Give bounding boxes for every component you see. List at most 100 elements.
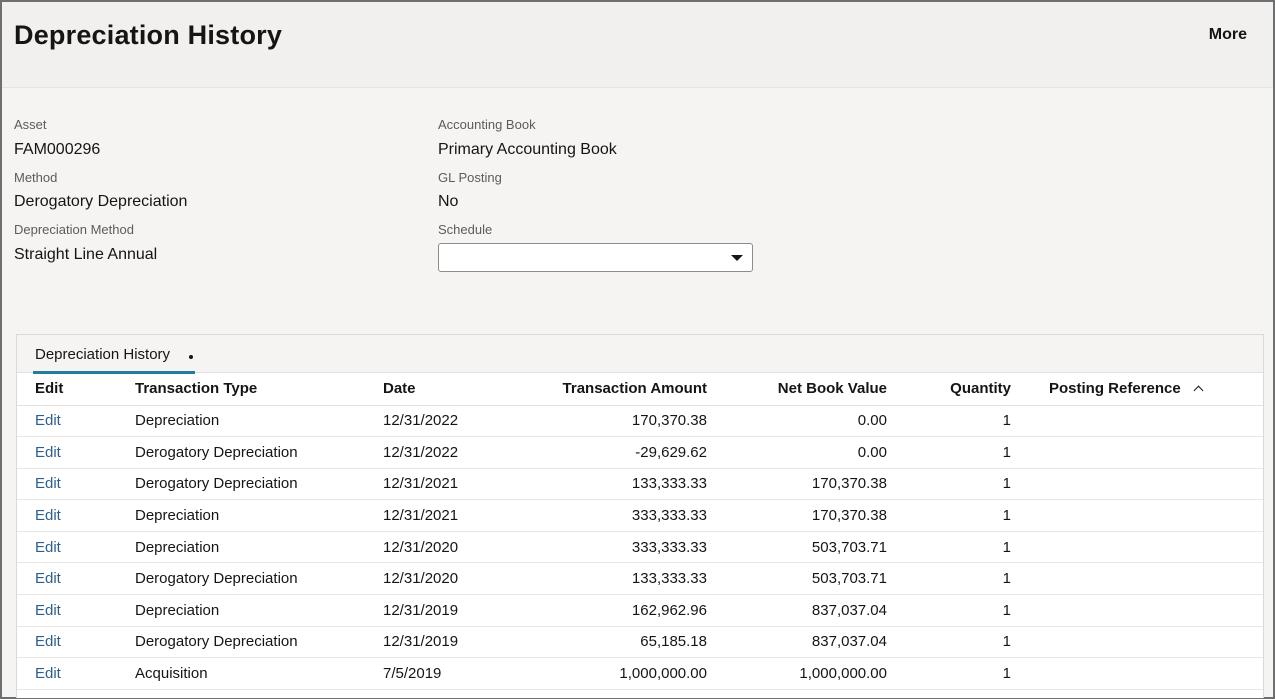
transaction-amount-cell: 333,333.33 (475, 531, 709, 564)
quantity-cell: 1 (889, 626, 1013, 659)
column-header-net-book-value[interactable]: Net Book Value (709, 373, 889, 406)
page-header: Depreciation History More (2, 2, 1273, 88)
edit-link[interactable]: Edit (35, 412, 61, 429)
quantity-cell: 1 (889, 468, 1013, 501)
date-cell: 7/5/2019 (365, 657, 475, 690)
posting-reference-cell (1013, 626, 1263, 659)
transaction-type-cell: Depreciation (117, 405, 365, 438)
transaction-type-cell: Depreciation (117, 531, 365, 564)
table-row[interactable]: Edit Depreciation 12/31/2019 162,962.96 837,… (17, 594, 1263, 627)
posting-reference-cell (1013, 468, 1263, 501)
edit-link[interactable]: Edit (35, 475, 61, 492)
depreciation-method-value: Straight Line Annual (14, 246, 158, 263)
date-cell: 12/31/2020 (365, 562, 475, 596)
edit-link[interactable]: Edit (35, 602, 61, 619)
edit-link[interactable]: Edit (35, 633, 61, 650)
table-row[interactable]: Edit Depreciation 12/31/2022 170,370.38 0.00… (17, 405, 1263, 438)
net-book-value-cell: 837,037.04 (709, 594, 889, 627)
edit-link[interactable]: Edit (35, 665, 61, 682)
date-cell: 12/31/2019 (365, 626, 475, 659)
quantity-cell: 1 (889, 499, 1013, 532)
posting-reference-cell (1013, 531, 1263, 564)
net-book-value-cell: 837,037.04 (709, 626, 889, 659)
edit-cell: Edit (17, 594, 117, 627)
transaction-type-cell: Derogatory Depreciation (117, 468, 365, 501)
table-row[interactable]: Edit Depreciation 12/31/2020 333,333.33 503,… (17, 531, 1263, 564)
tab-modified-dot-icon (189, 355, 193, 359)
transaction-amount-cell: 65,185.18 (475, 626, 709, 659)
depreciation-method-label: Depreciation Method (14, 222, 134, 237)
transaction-type-cell: Derogatory Depreciation (117, 436, 365, 469)
column-header-transaction-amount[interactable]: Transaction Amount (475, 373, 709, 406)
date-cell: 12/31/2019 (365, 594, 475, 627)
table-row[interactable]: Edit Derogatory Depreciation 12/31/2019 65,… (17, 626, 1263, 659)
tab-depreciation-history[interactable]: Depreciation History (33, 335, 195, 374)
dropdown-caret-icon[interactable] (731, 255, 743, 261)
net-book-value-cell: 1,000,000.00 (709, 657, 889, 690)
edit-cell: Edit (17, 657, 117, 690)
transaction-type-cell: Depreciation (117, 594, 365, 627)
asset-label: Asset (14, 117, 47, 132)
quantity-cell: 1 (889, 405, 1013, 438)
tab-bar: Depreciation History (17, 335, 1263, 374)
transaction-type-cell: Derogatory Depreciation (117, 562, 365, 596)
quantity-cell: 1 (889, 594, 1013, 627)
date-cell: 12/31/2020 (365, 531, 475, 564)
table-header-row: Edit Transaction Type Date Transaction A… (17, 373, 1263, 406)
gl-posting-label: GL Posting (438, 170, 502, 185)
table-body: Edit Depreciation 12/31/2022 170,370.38 0.00… (17, 405, 1263, 690)
table-row[interactable]: Edit Derogatory Depreciation 12/31/2020 133… (17, 562, 1263, 596)
net-book-value-cell: 503,703.71 (709, 531, 889, 564)
schedule-select[interactable] (438, 243, 753, 272)
quantity-cell: 1 (889, 531, 1013, 564)
posting-reference-cell (1013, 405, 1263, 438)
transaction-amount-cell: 170,370.38 (475, 405, 709, 438)
transaction-type-cell: Derogatory Depreciation (117, 626, 365, 659)
chevron-up-icon[interactable] (1193, 385, 1204, 396)
column-header-quantity[interactable]: Quantity (889, 373, 1013, 406)
transaction-amount-cell: 1,000,000.00 (475, 657, 709, 690)
depreciation-history-table: Edit Transaction Type Date Transaction A… (17, 373, 1263, 690)
posting-reference-cell (1013, 594, 1263, 627)
edit-link[interactable]: Edit (35, 444, 61, 461)
table-row[interactable]: Edit Acquisition 7/5/2019 1,000,000.00 1,000… (17, 657, 1263, 690)
details-section: Asset FAM000296 Method Derogatory Deprec… (2, 88, 1273, 308)
column-header-edit[interactable]: Edit (17, 373, 117, 406)
edit-cell: Edit (17, 531, 117, 564)
method-value: Derogatory Depreciation (14, 193, 188, 210)
posting-reference-cell (1013, 499, 1263, 532)
column-header-date[interactable]: Date (365, 373, 475, 406)
more-button[interactable]: More (1209, 26, 1247, 44)
transaction-amount-cell: 133,333.33 (475, 562, 709, 596)
transaction-type-cell: Depreciation (117, 499, 365, 532)
page-title: Depreciation History (14, 20, 283, 50)
column-header-transaction-type[interactable]: Transaction Type (117, 373, 365, 406)
posting-reference-cell (1013, 436, 1263, 469)
edit-cell: Edit (17, 468, 117, 501)
net-book-value-cell: 0.00 (709, 405, 889, 438)
edit-link[interactable]: Edit (35, 570, 61, 587)
net-book-value-cell: 0.00 (709, 436, 889, 469)
edit-cell: Edit (17, 626, 117, 659)
edit-link[interactable]: Edit (35, 539, 61, 556)
quantity-cell: 1 (889, 562, 1013, 596)
transaction-amount-cell: 333,333.33 (475, 499, 709, 532)
column-header-posting-reference[interactable]: Posting Reference (1013, 373, 1263, 406)
edit-link[interactable]: Edit (35, 507, 61, 524)
accounting-book-value: Primary Accounting Book (438, 141, 617, 158)
date-cell: 12/31/2021 (365, 499, 475, 532)
table-row[interactable]: Edit Derogatory Depreciation 12/31/2022 -29… (17, 436, 1263, 469)
posting-reference-cell (1013, 657, 1263, 690)
table-row[interactable]: Edit Depreciation 12/31/2021 333,333.33 170,… (17, 499, 1263, 532)
posting-reference-cell (1013, 562, 1263, 596)
edit-cell: Edit (17, 405, 117, 438)
window-frame: Depreciation History More Asset FAM00029… (0, 0, 1275, 699)
tab-label: Depreciation History (35, 346, 171, 363)
date-cell: 12/31/2022 (365, 436, 475, 469)
posting-reference-label: Posting Reference (1049, 380, 1181, 398)
date-cell: 12/31/2021 (365, 468, 475, 501)
net-book-value-cell: 170,370.38 (709, 499, 889, 532)
accounting-book-label: Accounting Book (438, 117, 536, 132)
transaction-amount-cell: 133,333.33 (475, 468, 709, 501)
table-row[interactable]: Edit Derogatory Depreciation 12/31/2021 133… (17, 468, 1263, 501)
